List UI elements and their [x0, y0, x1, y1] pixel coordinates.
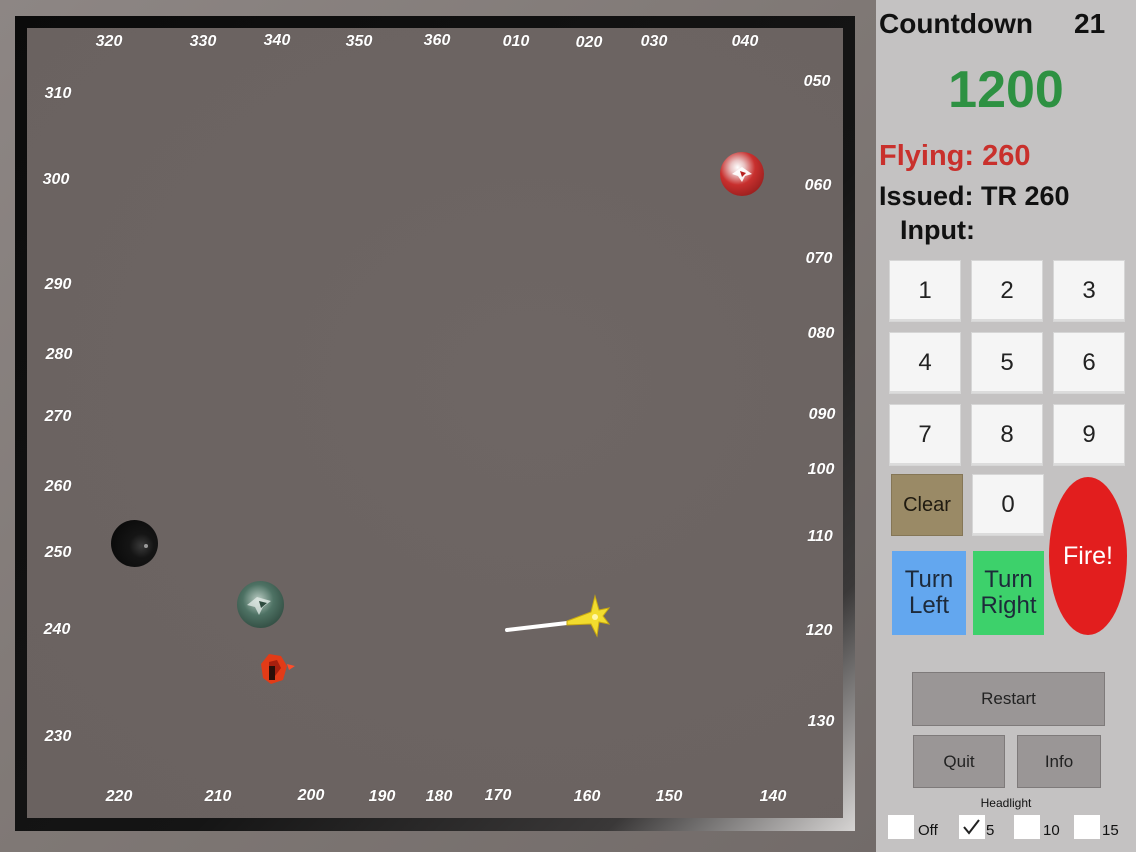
key-2-button[interactable]: 2	[971, 260, 1043, 322]
heading-label: 290	[44, 276, 72, 293]
red-target-sphere[interactable]	[720, 152, 764, 196]
heading-label: 160	[573, 788, 601, 805]
key-4-button[interactable]: 4	[889, 332, 961, 394]
heading-label: 070	[805, 250, 833, 267]
heading-label: 130	[807, 713, 835, 730]
green-target-sphere[interactable]	[237, 581, 284, 628]
heading-label: 180	[425, 788, 453, 805]
sphere-highlight	[144, 544, 148, 548]
heading-label: 300	[42, 171, 70, 188]
heading-label: 320	[95, 33, 123, 50]
restart-button[interactable]: Restart	[912, 672, 1105, 726]
heading-label: 310	[44, 85, 72, 102]
info-button[interactable]: Info	[1017, 735, 1101, 788]
turn-left-label-1: Turn	[904, 566, 954, 593]
heading-label: 200	[297, 787, 325, 804]
countdown-value: 21	[1074, 8, 1106, 39]
heading-label: 230	[44, 728, 72, 745]
heading-label: 360	[423, 32, 451, 49]
turn-right-label-2: Right	[980, 592, 1037, 619]
headlight-label: Headlight	[980, 796, 1032, 810]
key-9-button[interactable]: 9	[1053, 404, 1125, 466]
key-0-button[interactable]: 0	[972, 474, 1044, 536]
target-marking-icon	[732, 167, 752, 182]
heading-label: 030	[640, 33, 668, 50]
heading-label: 050	[803, 73, 831, 90]
headlight-off-checkbox[interactable]	[888, 815, 914, 839]
enemy-ship-icon	[261, 654, 295, 684]
player-ship[interactable]	[505, 588, 615, 640]
turn-left-label-2: Left	[908, 592, 950, 619]
player-ship-icon	[505, 594, 611, 638]
heading-label: 240	[43, 621, 71, 638]
key-6-button[interactable]: 6	[1053, 332, 1125, 394]
key-1-button[interactable]: 1	[889, 260, 961, 322]
fire-button[interactable]: Fire!	[1049, 477, 1127, 635]
heading-label: 140	[759, 788, 787, 805]
control-panel: Countdown 21 1200 Flying: 260 Issued: TR…	[876, 0, 1136, 852]
heading-label: 090	[808, 406, 836, 423]
key-7-button[interactable]: 7	[889, 404, 961, 466]
key-3-button[interactable]: 3	[1053, 260, 1125, 322]
heading-label: 210	[204, 788, 232, 805]
turn-right-label-1: Turn	[984, 566, 1033, 593]
flying-heading: Flying: 260	[879, 140, 1031, 172]
headlight-10-checkbox[interactable]	[1014, 815, 1040, 839]
heading-label: 060	[804, 177, 832, 194]
clear-button[interactable]: Clear	[891, 474, 963, 536]
countdown-label: Countdown	[879, 8, 1033, 39]
heading-label: 110	[807, 528, 833, 545]
headlight-10-label: 10	[1043, 822, 1060, 839]
heading-label: 120	[805, 622, 833, 639]
heading-label: 330	[189, 33, 217, 50]
heading-label: 040	[731, 33, 759, 50]
score-display: 1200	[948, 61, 1064, 119]
turn-left-button[interactable]: Turn Left	[892, 551, 966, 635]
headlight-15-checkbox[interactable]	[1074, 815, 1100, 839]
heading-label: 100	[807, 461, 835, 478]
turn-right-button[interactable]: Turn Right	[973, 551, 1044, 635]
heading-label: 020	[575, 34, 603, 51]
radar-field[interactable]: 320 330 340 350 360 010 020 030 040 310 …	[27, 28, 843, 818]
heading-label: 080	[807, 325, 835, 342]
headlight-15-label: 15	[1102, 822, 1119, 839]
heading-label: 150	[655, 788, 683, 805]
input-label: Input:	[900, 215, 975, 245]
heading-label: 260	[44, 478, 72, 495]
headlight-off-label: Off	[918, 822, 938, 839]
heading-label: 010	[502, 33, 530, 50]
heading-label: 190	[368, 788, 396, 805]
red-enemy-ship[interactable]	[255, 650, 297, 688]
heading-label: 270	[44, 408, 72, 425]
key-8-button[interactable]: 8	[971, 404, 1043, 466]
headlight-5-checkbox[interactable]	[959, 815, 985, 839]
issued-command: Issued: TR 260	[879, 181, 1070, 211]
heading-label: 350	[345, 33, 373, 50]
heading-label: 250	[44, 544, 72, 561]
headlight-5-label: 5	[986, 822, 995, 839]
black-sphere[interactable]	[111, 520, 158, 567]
heading-label: 170	[484, 787, 512, 804]
game-area: 320 330 340 350 360 010 020 030 040 310 …	[0, 0, 876, 852]
key-5-button[interactable]: 5	[971, 332, 1043, 394]
checkmark-icon	[963, 819, 980, 835]
heading-label: 340	[263, 32, 291, 49]
quit-button[interactable]: Quit	[913, 735, 1005, 788]
target-marking-icon	[247, 597, 271, 615]
heading-label: 220	[105, 788, 133, 805]
heading-label: 280	[45, 346, 73, 363]
